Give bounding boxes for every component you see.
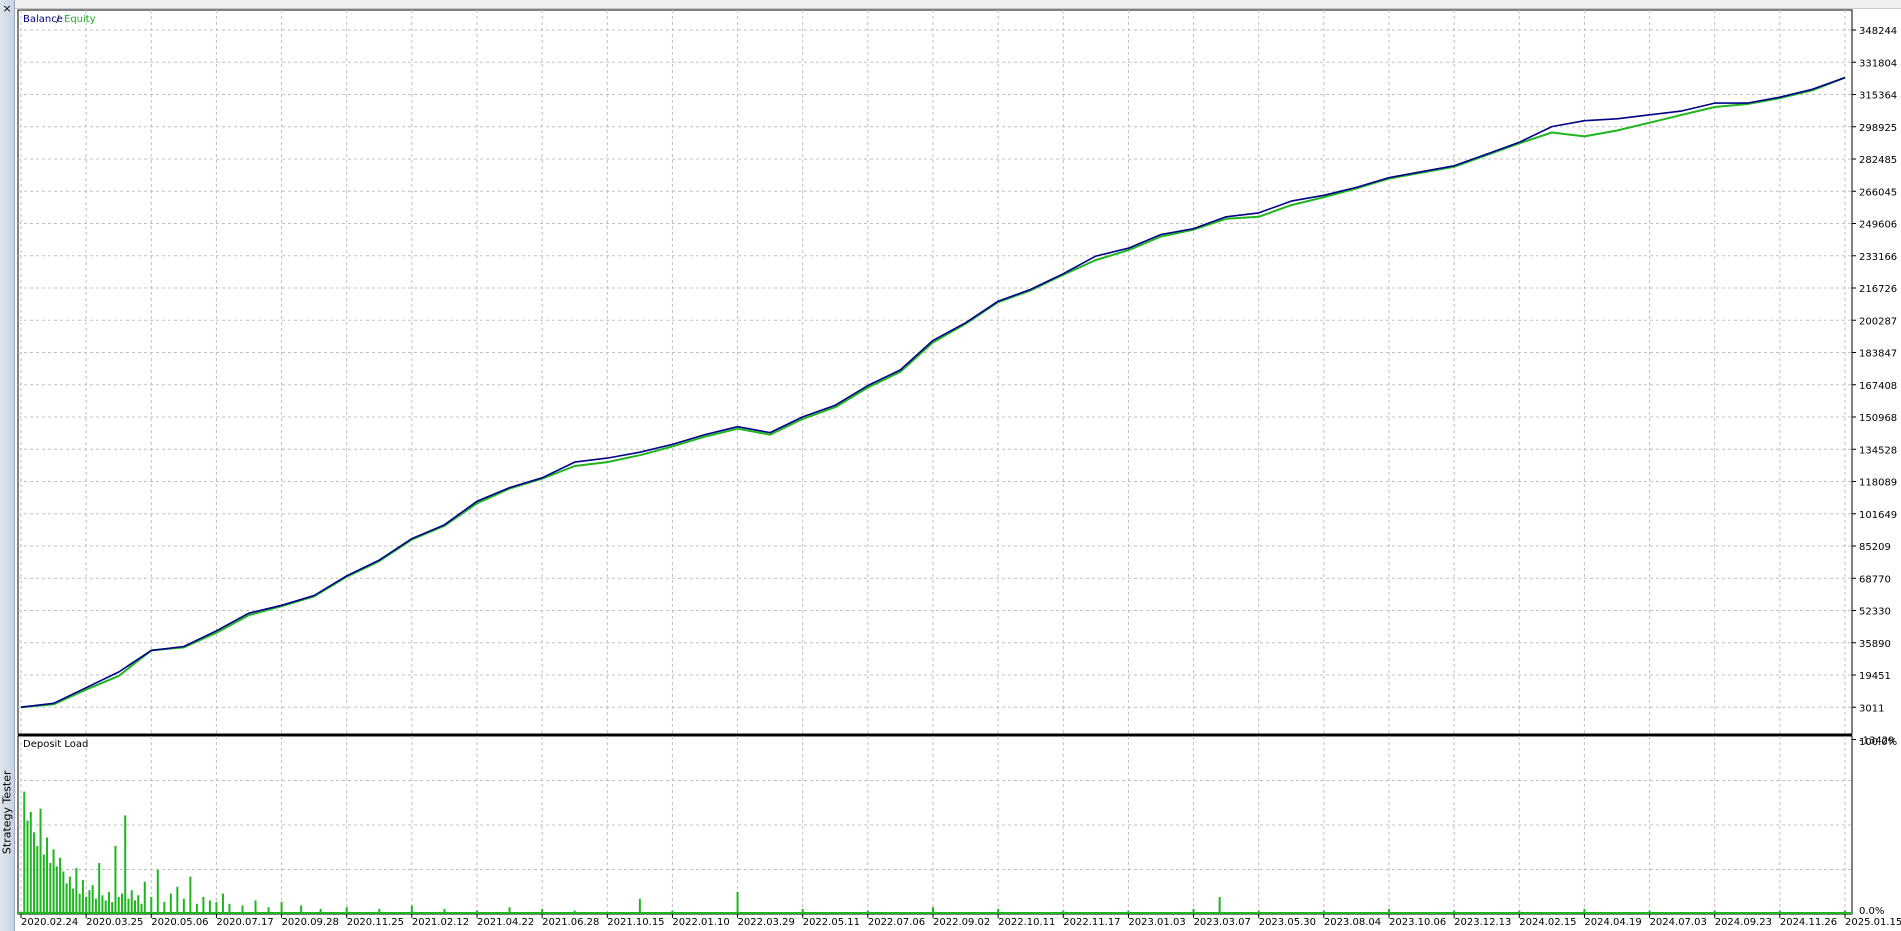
x-tick-label: 2020.11.25 (347, 917, 404, 928)
main-y-axis: 348244 331804 315364 298925 282485 266045 2496… (1852, 26, 1897, 747)
x-tick-label: 2022.05.11 (803, 917, 860, 928)
y-tick-label: 167408 (1859, 381, 1897, 392)
x-tick-label: 2022.01.10 (672, 917, 729, 928)
y-tick-label: 52330 (1859, 607, 1891, 618)
deposit-y-tick-label: 0.0% (1859, 906, 1884, 917)
y-tick-label: 216726 (1859, 284, 1897, 295)
y-tick-label: 298925 (1859, 123, 1897, 134)
deposit-y-tick-label: 100.0% (1859, 737, 1897, 748)
legend-separator: / (53, 14, 63, 25)
x-tick-label: 2022.10.11 (998, 917, 1055, 928)
x-tick-label: 2020.02.24 (21, 917, 78, 928)
chart-area: 348244 331804 315364 298925 282485 266045 2496… (17, 9, 1901, 928)
x-tick-label: 2024.04.19 (1584, 917, 1641, 928)
y-tick-label: 3011 (1859, 703, 1884, 714)
deposit-load-title: Deposit Load (23, 739, 88, 750)
x-tick-label: 2023.12.13 (1454, 917, 1511, 928)
main-chart-plot (17, 9, 1853, 735)
x-tick-label: 2021.02.12 (412, 917, 469, 928)
x-tick-label: 2021.04.22 (477, 917, 534, 928)
x-axis: 2020.02.24 2020.03.25 2020.05.06 2020.07.17… (20, 914, 1901, 928)
y-tick-label: 266045 (1859, 187, 1897, 198)
x-tick-label: 2025.01.15 (1845, 917, 1901, 928)
y-tick-label: 118089 (1859, 478, 1897, 489)
x-tick-label: 2023.05.30 (1259, 917, 1316, 928)
deposit-y-axis: 100.0% 0.0% (1859, 737, 1897, 917)
x-tick-label: 2022.03.29 (738, 917, 795, 928)
y-tick-label: 331804 (1859, 58, 1897, 69)
y-tick-label: 249606 (1859, 220, 1897, 231)
y-tick-label: 315364 (1859, 91, 1897, 102)
y-tick-label: 35890 (1859, 639, 1891, 650)
y-tick-label: 282485 (1859, 155, 1897, 166)
deposit-load-plot (17, 735, 1853, 915)
legend-equity: Equity (64, 14, 96, 25)
y-tick-label: 183847 (1859, 349, 1897, 360)
x-tick-label: 2023.01.03 (1128, 917, 1185, 928)
x-tick-label: 2023.08.04 (1324, 917, 1381, 928)
x-tick-label: 2024.11.26 (1780, 917, 1837, 928)
x-tick-label: 2021.06.28 (542, 917, 599, 928)
y-tick-label: 134528 (1859, 445, 1897, 456)
x-tick-label: 2024.07.03 (1650, 917, 1707, 928)
y-tick-label: 150968 (1859, 413, 1897, 424)
x-tick-label: 2024.02.15 (1519, 917, 1576, 928)
y-tick-label: 68770 (1859, 574, 1891, 585)
y-tick-label: 233166 (1859, 252, 1897, 263)
x-tick-label: 2023.10.06 (1389, 917, 1446, 928)
x-tick-label: 2020.05.06 (151, 917, 208, 928)
x-tick-label: 2022.07.06 (868, 917, 925, 928)
x-tick-label: 2020.03.25 (86, 917, 143, 928)
y-tick-label: 101649 (1859, 510, 1897, 521)
y-tick-label: 200287 (1859, 316, 1897, 327)
y-tick-label: 19451 (1859, 671, 1891, 682)
x-tick-label: 2023.03.07 (1194, 917, 1251, 928)
x-tick-label: 2022.09.02 (933, 917, 990, 928)
x-tick-label: 2024.09.23 (1715, 917, 1772, 928)
y-tick-label: 85209 (1859, 542, 1891, 553)
x-tick-label: 2022.11.17 (1063, 917, 1120, 928)
x-tick-label: 2020.09.28 (282, 917, 339, 928)
y-tick-label: 348244 (1859, 26, 1897, 37)
strategy-tester-window: × Strategy Tester 348244 331804 315364 2989… (0, 0, 1901, 931)
x-tick-label: 2020.07.17 (216, 917, 273, 928)
x-tick-label: 2021.10.15 (607, 917, 664, 928)
